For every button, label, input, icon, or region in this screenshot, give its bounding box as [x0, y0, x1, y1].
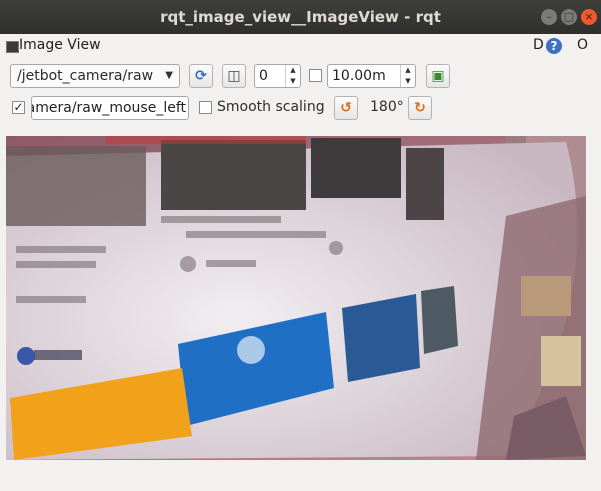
dock-d-button[interactable]: D: [533, 37, 544, 53]
chevron-down-icon: ▼: [165, 70, 173, 81]
max-depth-value: 10.00m: [332, 68, 386, 84]
maximize-icon[interactable]: □: [561, 9, 577, 25]
window-title: rqt_image_view__ImageView - rqt: [160, 8, 441, 26]
window-titlebar: rqt_image_view__ImageView - rqt: [0, 0, 601, 34]
smooth-scaling-checkbox[interactable]: [199, 101, 212, 114]
rotate-right-icon: ↻: [414, 100, 426, 116]
camera-image[interactable]: [6, 136, 586, 460]
rotate-left-icon: ↺: [340, 100, 352, 116]
dock-title: Image View: [19, 37, 101, 53]
refresh-icon: ⟳: [195, 68, 207, 84]
image-save-icon: ▣: [431, 68, 445, 84]
rotate-right-button[interactable]: ↻: [408, 96, 432, 120]
help-icon[interactable]: ?: [546, 38, 562, 54]
max-depth-spinbox[interactable]: 10.00m ▲ ▼: [327, 64, 416, 88]
mouse-topic-value: amera/raw_mouse_left: [31, 100, 186, 116]
close-icon[interactable]: ×: [581, 9, 597, 25]
rotate-left-button[interactable]: ↺: [334, 96, 358, 120]
topic-select[interactable]: /jetbot_camera/raw ▼: [10, 64, 180, 88]
min-depth-value: 0: [259, 68, 268, 84]
spin-arrows-icon[interactable]: ▲ ▼: [400, 65, 415, 87]
camera-frame: [6, 136, 586, 460]
smooth-scaling-label: Smooth scaling: [217, 99, 325, 115]
zoom-fit-button[interactable]: ◫: [222, 64, 246, 88]
dock-close-button[interactable]: O: [577, 37, 588, 53]
topic-select-value: /jetbot_camera/raw: [17, 68, 154, 84]
save-image-button[interactable]: ▣: [426, 64, 450, 88]
spin-arrows-icon[interactable]: ▲ ▼: [285, 65, 300, 87]
dynamic-range-checkbox[interactable]: [309, 69, 322, 82]
rotation-label: 180°: [370, 99, 404, 115]
zoom-icon: ◫: [227, 68, 241, 84]
min-depth-spinbox[interactable]: 0 ▲ ▼: [254, 64, 301, 88]
refresh-button[interactable]: ⟳: [189, 64, 213, 88]
dock-window-icon: [6, 41, 19, 53]
mouse-topic-input[interactable]: amera/raw_mouse_left: [31, 96, 189, 120]
minimize-icon[interactable]: –: [541, 9, 557, 25]
publish-mouse-checkbox[interactable]: ✓: [12, 101, 25, 114]
